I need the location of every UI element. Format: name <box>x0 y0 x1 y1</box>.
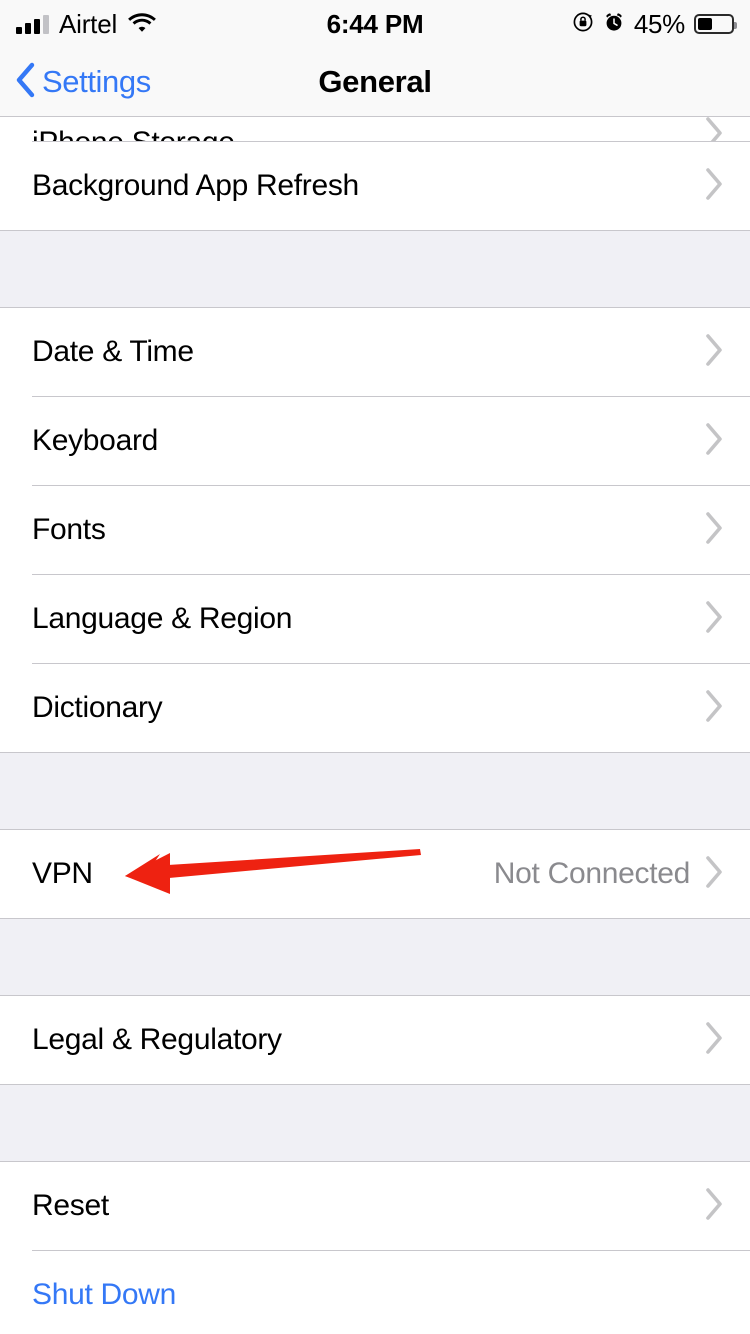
vpn-section: VPN Not Connected <box>0 830 750 918</box>
chevron-right-icon <box>704 1187 724 1226</box>
chevron-right-icon <box>704 167 724 206</box>
chevron-right-icon <box>704 422 724 461</box>
list-item-label: Fonts <box>32 513 106 546</box>
back-button[interactable]: Settings <box>0 61 151 104</box>
list-item-label: Date & Time <box>32 335 194 368</box>
section-gap <box>0 1084 750 1162</box>
list-item-label: iPhone Storage <box>32 126 235 141</box>
reset-section: Reset Shut Down <box>0 1162 750 1334</box>
status-bar-left: Airtel <box>16 9 157 40</box>
chevron-right-icon <box>704 689 724 728</box>
list-item-label: Legal & Regulatory <box>32 1023 282 1056</box>
status-bar-clock: 6:44 PM <box>326 8 424 39</box>
list-item[interactable]: Language & Region <box>0 575 750 663</box>
chevron-right-icon <box>704 333 724 372</box>
status-bar: Airtel 6:44 PM 45% <box>0 0 750 48</box>
iphone-settings-screen: Airtel 6:44 PM 45% Settings General Back… <box>0 0 750 1334</box>
cellular-signal-icon <box>16 14 49 34</box>
section-gap <box>0 918 750 996</box>
list-item-label: Background App Refresh <box>32 169 359 202</box>
chevron-right-icon <box>704 117 724 141</box>
list-item[interactable]: Date & Time <box>0 308 750 396</box>
section-gap <box>0 752 750 830</box>
list-item-label: Shut Down <box>32 1278 177 1311</box>
list-item[interactable]: Dictionary <box>0 664 750 752</box>
rotation-lock-icon <box>572 11 594 38</box>
navigation-bar: Settings General <box>0 48 750 116</box>
chevron-left-icon <box>14 61 36 104</box>
list-item-label: Keyboard <box>32 424 159 457</box>
list-item[interactable]: Reset <box>0 1162 750 1250</box>
storage-section: iPhone Storage Background App Refresh <box>0 116 750 230</box>
list-item[interactable]: Legal & Regulatory <box>0 996 750 1084</box>
battery-icon <box>694 14 737 34</box>
list-item[interactable]: iPhone Storage <box>0 117 750 141</box>
list-item-label: Language & Region <box>32 602 293 635</box>
chevron-right-icon <box>704 1021 724 1060</box>
list-item[interactable]: Keyboard <box>0 397 750 485</box>
localization-section: Date & Time Keyboard Fonts Language & Regio… <box>0 308 750 752</box>
section-gap <box>0 230 750 308</box>
alarm-clock-icon <box>603 11 625 38</box>
wifi-icon <box>127 11 157 38</box>
back-button-label: Settings <box>42 64 151 99</box>
list-item[interactable]: Fonts <box>0 486 750 574</box>
list-item-value: Not Connected <box>493 857 691 890</box>
list-item[interactable]: Background App Refresh <box>0 142 750 230</box>
chevron-right-icon <box>704 600 724 639</box>
chevron-right-icon <box>704 511 724 550</box>
list-item-label: Reset <box>32 1189 109 1222</box>
list-item-label: Dictionary <box>32 691 163 724</box>
legal-section: Legal & Regulatory <box>0 996 750 1084</box>
settings-list: iPhone Storage Background App Refresh Date… <box>0 116 750 1334</box>
carrier-name: Airtel <box>59 8 118 39</box>
chevron-right-icon <box>704 855 724 894</box>
list-item[interactable]: VPN Not Connected <box>0 830 750 918</box>
list-item[interactable]: Shut Down <box>0 1251 750 1334</box>
battery-percentage: 45% <box>633 8 685 39</box>
status-bar-right: 45% <box>572 8 737 40</box>
list-item-label: VPN <box>32 857 93 890</box>
